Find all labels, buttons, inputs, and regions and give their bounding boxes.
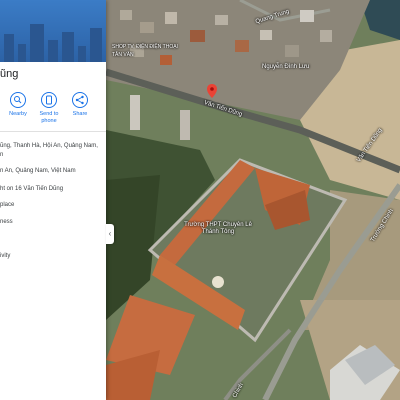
add-place-link[interactable]: place — [0, 201, 14, 209]
nearby-label: Nearby — [9, 111, 27, 117]
nearby-icon — [10, 92, 26, 108]
send-to-phone-label: Send to phone — [39, 111, 59, 124]
place-info-panel: ũng Nearby Send to phone Share ũng, Than… — [0, 0, 106, 400]
divider — [0, 131, 106, 132]
address-line-2[interactable]: n — [0, 151, 3, 159]
send-to-phone-icon — [41, 92, 57, 108]
address-line-1[interactable]: ũng, Thanh Hà, Hội An, Quảng Nam, — [0, 142, 98, 150]
business-link[interactable]: ness — [0, 218, 13, 226]
location-pin-icon[interactable] — [207, 84, 217, 98]
shop-label: SHOP TV, ĐIỆN ĐIỆN THOẠI — [112, 44, 178, 50]
send-to-phone-button[interactable]: Send to phone — [36, 92, 62, 125]
action-buttons: Nearby Send to phone Share — [0, 92, 106, 132]
school-label[interactable]: Trường THPT Chuyên Lê Thánh Tông — [178, 222, 258, 236]
share-label: Share — [72, 111, 88, 117]
plus-code[interactable]: n An, Quảng Nam, Việt Nam — [0, 167, 76, 175]
activity-link[interactable]: ivity — [0, 252, 10, 260]
collapse-panel-button[interactable]: ‹ — [106, 224, 114, 244]
poi-label-tan-van: TÂN VĂN — [112, 52, 134, 58]
nearby-button[interactable]: Nearby — [5, 92, 31, 118]
street-label-nguyen-dinh-luu: Nguyễn Đình Lưu — [262, 64, 310, 70]
share-icon — [72, 92, 88, 108]
chevron-left-icon: ‹ — [108, 229, 112, 238]
photo-on-link[interactable]: ht on 16 Văn Tiến Dũng — [0, 185, 63, 193]
place-title: ũng — [0, 68, 19, 80]
share-button[interactable]: Share — [67, 92, 93, 118]
place-hero-image[interactable] — [0, 0, 106, 62]
